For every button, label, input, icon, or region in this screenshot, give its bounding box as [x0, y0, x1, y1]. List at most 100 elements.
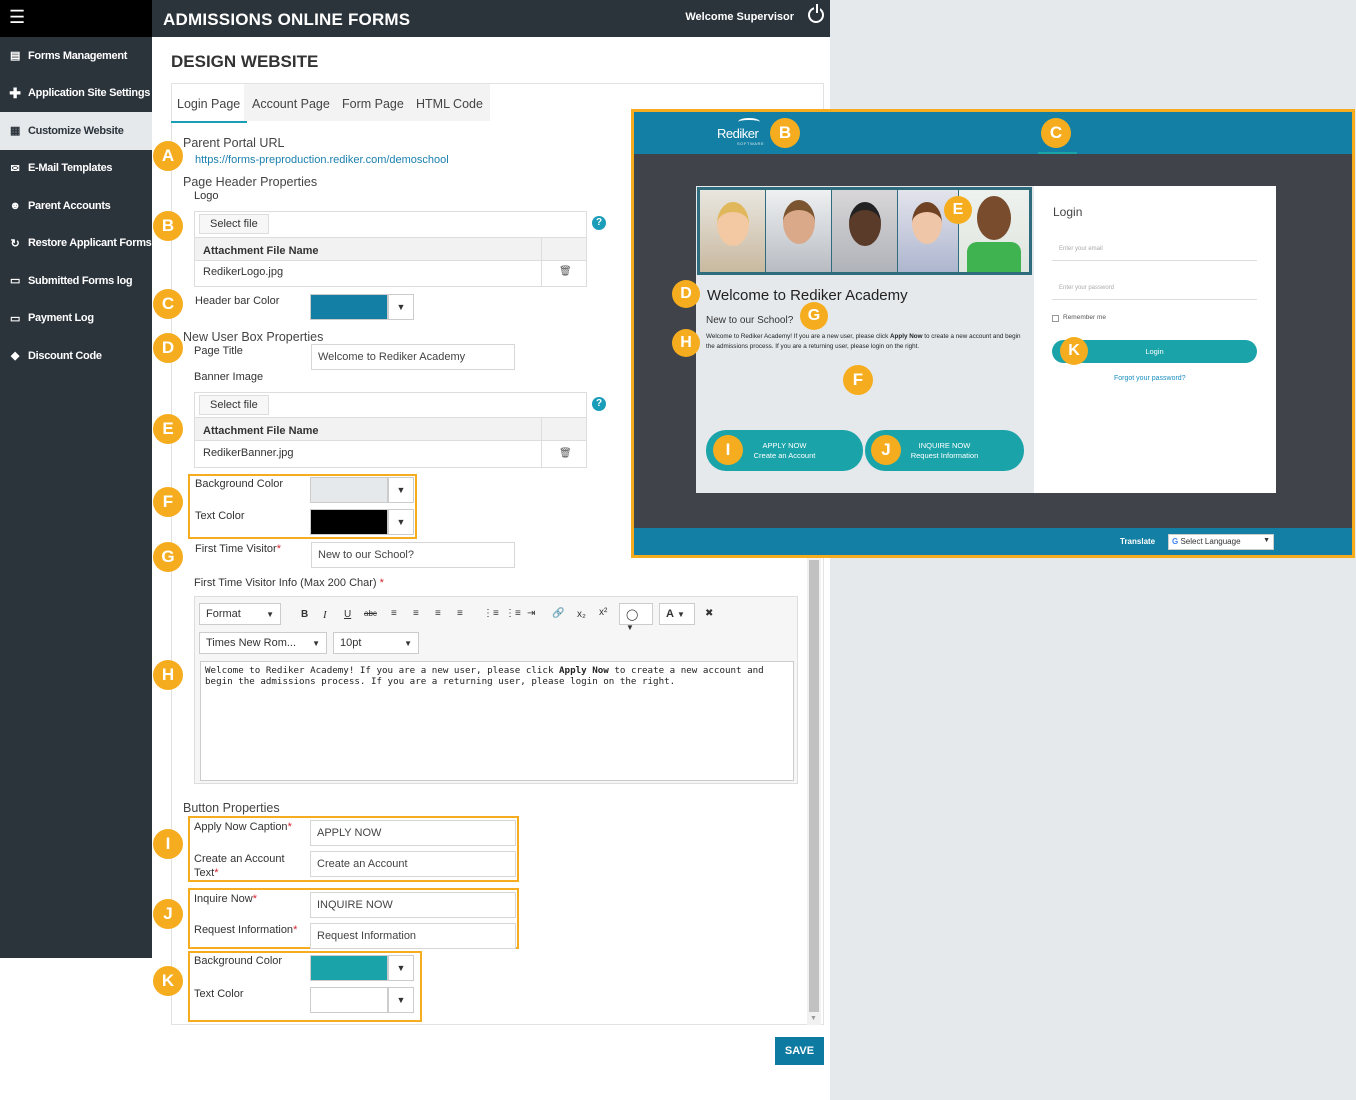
help-icon[interactable]: ? — [592, 216, 606, 230]
parent-portal-url[interactable]: https://forms-preproduction.rediker.com/… — [195, 154, 449, 166]
bullet-list-icon[interactable]: ⋮≡ — [483, 608, 499, 619]
preview-password-placeholder[interactable]: Enter your password — [1059, 285, 1114, 291]
link-icon[interactable]: 🔗 — [552, 608, 564, 619]
format-dropdown[interactable]: Format ▼ — [199, 603, 281, 625]
italic-icon[interactable]: I — [323, 609, 327, 621]
preview-email-placeholder[interactable]: Enter your email — [1059, 246, 1103, 252]
indent-icon[interactable]: ⇥ — [527, 608, 535, 619]
justify-icon[interactable]: ≡ — [457, 608, 463, 619]
chevron-down-icon[interactable]: ▼ — [388, 477, 414, 503]
tab-form-page[interactable]: Form Page — [342, 86, 404, 123]
font-size-dropdown[interactable]: 10pt ▼ — [333, 632, 419, 654]
tab-html-code[interactable]: HTML Code — [416, 86, 483, 123]
apply-caption-label-text: Apply Now Caption — [194, 821, 288, 833]
trash-icon[interactable]: 🗑 — [559, 266, 572, 277]
first-visitor-label-text: First Time Visitor — [195, 543, 277, 555]
badge-e: E — [944, 196, 972, 224]
rich-text-editor: Format ▼ B I U abc ≡ ≡ ≡ ≡ ⋮≡ ⋮≡ ⇥ 🔗 x₂ x… — [194, 596, 798, 784]
scroll-down-icon[interactable]: ▼ — [810, 1015, 817, 1022]
font-color-picker[interactable]: A ▼ — [659, 603, 695, 625]
chevron-down-icon[interactable]: ▼ — [388, 294, 414, 320]
preview-remember-checkbox[interactable] — [1052, 315, 1059, 322]
page-title-input[interactable]: Welcome to Rediker Academy — [311, 344, 515, 370]
save-button[interactable]: SAVE — [775, 1037, 824, 1065]
badge-f: F — [153, 487, 183, 517]
button-background-color-swatch[interactable] — [310, 955, 388, 981]
preview-logo-subtitle: SOFTWARE — [737, 141, 765, 146]
menu-icon[interactable]: ☰ — [0, 0, 152, 37]
background-color-picker[interactable]: ◯ ▼ — [619, 603, 653, 632]
font-family-dropdown[interactable]: Times New Rom... ▼ — [199, 632, 327, 654]
banner-photo — [700, 190, 765, 272]
request-information-input[interactable]: Request Information — [310, 923, 516, 949]
plus-icon: ✚ — [9, 84, 21, 101]
header-bar-color-label: Header bar Color — [195, 295, 280, 307]
editor-content[interactable]: Welcome to Rediker Academy! If you are a… — [200, 661, 794, 781]
sidebar-item-label: Forms Management — [28, 49, 128, 62]
sidebar-item-label: Parent Accounts — [28, 199, 111, 212]
chevron-down-icon[interactable]: ▼ — [388, 955, 414, 981]
apply-caption-input[interactable]: APPLY NOW — [310, 820, 516, 846]
sidebar-item-customize-website[interactable]: ▦ Customize Website — [0, 112, 152, 150]
new-user-section: New User Box Properties — [183, 330, 324, 344]
sidebar-item-label: Restore Applicant Forms — [28, 237, 152, 250]
clear-format-icon[interactable]: ✖ — [705, 608, 713, 619]
chevron-down-icon[interactable]: ▼ — [388, 987, 414, 1013]
subscript-icon[interactable]: x₂ — [577, 609, 586, 620]
page-header-section: Page Header Properties — [183, 175, 318, 189]
strikethrough-icon[interactable]: abc — [364, 609, 377, 618]
power-icon[interactable] — [808, 4, 824, 23]
create-account-input[interactable]: Create an Account — [310, 851, 516, 877]
align-right-icon[interactable]: ≡ — [435, 608, 441, 619]
grid-icon: ▦ — [9, 125, 21, 138]
sidebar-item-label: Application Site Settings — [28, 87, 151, 100]
required-mark: * — [287, 821, 292, 833]
sidebar-item-label: Customize Website — [28, 124, 124, 137]
badge-g: G — [800, 302, 828, 330]
sidebar-item-application-site-settings[interactable]: ✚ Application Site Settings — [0, 75, 152, 113]
sidebar-item-submitted-forms-log[interactable]: ▭ Submitted Forms log — [0, 262, 152, 300]
background-color-swatch[interactable] — [310, 477, 388, 503]
banner-attachment-header: Attachment File Name — [195, 417, 586, 441]
header-bar-color-swatch[interactable] — [310, 294, 388, 320]
align-left-icon[interactable]: ≡ — [391, 608, 397, 619]
sidebar-item-payment-log[interactable]: ▭ Payment Log — [0, 300, 152, 338]
chevron-down-icon: ▼ — [677, 610, 685, 619]
numbered-list-icon[interactable]: ⋮≡ — [505, 608, 521, 619]
text-color-swatch[interactable] — [310, 509, 388, 535]
request-information-label-text: Request Information — [194, 924, 294, 936]
badge-d: D — [672, 280, 700, 308]
superscript-icon[interactable]: x² — [599, 607, 607, 618]
help-icon[interactable]: ? — [592, 397, 606, 411]
top-bar: ADMISSIONS ONLINE FORMS Welcome Supervis… — [152, 0, 838, 37]
banner-photo — [832, 190, 897, 272]
scrollbar-thumb[interactable] — [809, 560, 819, 1012]
banner-file-name: RedikerBanner.jpg — [203, 447, 294, 459]
chevron-down-icon: ▼ — [404, 639, 412, 648]
bold-icon[interactable]: B — [301, 609, 308, 620]
underline-icon[interactable]: U — [344, 609, 351, 620]
tab-account-page[interactable]: Account Page — [252, 86, 330, 123]
preview-forgot-link[interactable]: Forgot your password? — [1114, 375, 1186, 382]
badge-e: E — [153, 414, 183, 444]
inquire-now-input[interactable]: INQUIRE NOW — [310, 892, 516, 918]
banner-select-file-button[interactable]: Select file — [199, 395, 269, 415]
button-text-color-swatch[interactable] — [310, 987, 388, 1013]
logo-select-file-button[interactable]: Select file — [199, 214, 269, 234]
sidebar-item-restore-applicant-forms[interactable]: ↻ Restore Applicant Forms — [0, 225, 152, 263]
sidebar-item-discount-code[interactable]: ◆ Discount Code — [0, 337, 152, 375]
sidebar-item-forms-management[interactable]: ▤ Forms Management — [0, 37, 152, 75]
sidebar-item-email-templates[interactable]: ✉ E-Mail Templates — [0, 150, 152, 188]
chevron-down-icon[interactable]: ▼ — [388, 509, 414, 535]
preview-language-select[interactable]: G Select Language ▼ — [1168, 534, 1274, 550]
sidebar-item-parent-accounts[interactable]: ☻ Parent Accounts — [0, 187, 152, 225]
trash-icon[interactable]: 🗑 — [559, 448, 572, 459]
align-center-icon[interactable]: ≡ — [413, 608, 419, 619]
tab-login-page[interactable]: Login Page — [171, 86, 247, 123]
text-color-label: Text Color — [195, 510, 245, 522]
preview-language-label: Select Language — [1180, 537, 1241, 546]
first-visitor-input[interactable]: New to our School? — [311, 542, 515, 568]
required-mark: * — [293, 924, 298, 936]
sidebar-item-label: E-Mail Templates — [28, 162, 113, 175]
banner-image-label: Banner Image — [194, 371, 264, 383]
